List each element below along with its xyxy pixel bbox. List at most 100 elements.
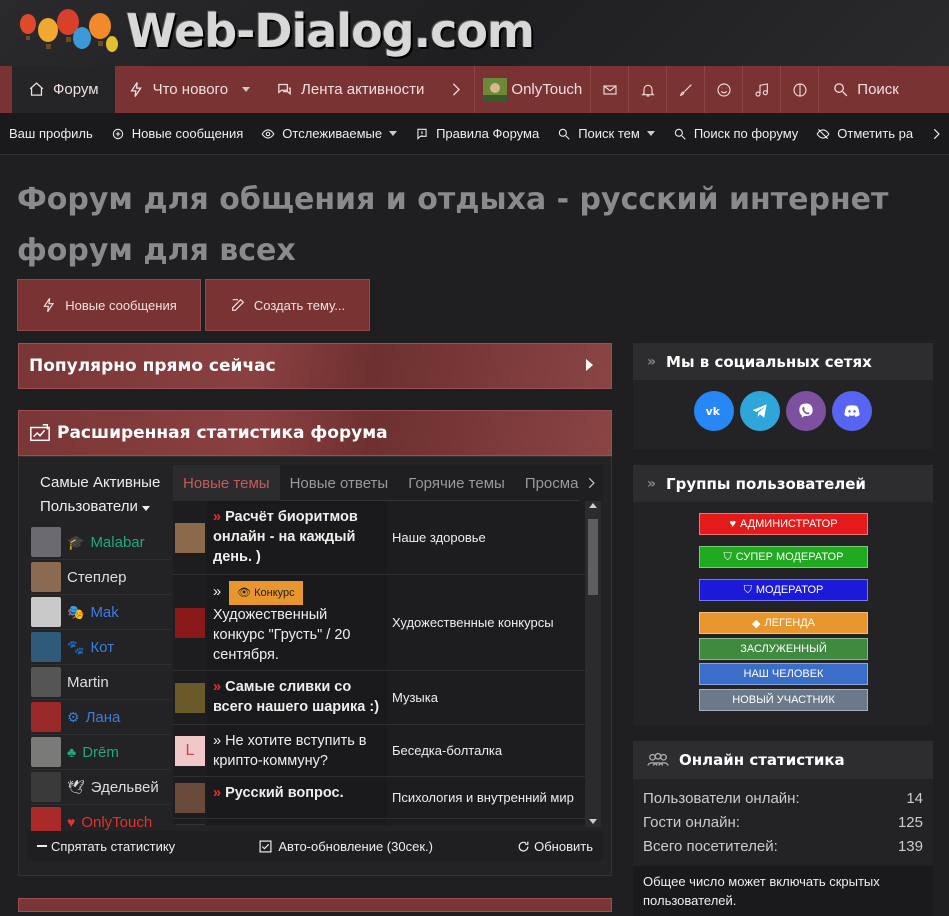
user-row[interactable]: 🐾 Кот	[31, 630, 171, 665]
tab-new-threads[interactable]: Новые темы	[173, 465, 280, 501]
user-name[interactable]: Martin	[67, 674, 109, 691]
group-badge[interactable]: ⛉ МОДЕРАТОР	[699, 579, 868, 601]
thread-forum[interactable]: Музыка	[387, 671, 587, 724]
site-logo[interactable]: Web-Dialog.com	[126, 4, 535, 58]
user-name[interactable]: Mak	[90, 604, 118, 621]
inbox-button[interactable]	[590, 66, 628, 113]
subnav-mark-read[interactable]: Отметить ра	[807, 126, 922, 141]
user-row[interactable]: ♣ Drēm	[31, 735, 171, 770]
scroll-up-icon[interactable]	[589, 503, 597, 508]
threads-scrollbar[interactable]	[585, 501, 601, 827]
hide-stats-button[interactable]: Спрятать статистику	[37, 839, 175, 854]
tab-hot-threads[interactable]: Горячие темы	[398, 465, 515, 501]
vk-link[interactable]: vk	[694, 391, 734, 431]
create-thread-button[interactable]: Создать тему...	[205, 279, 370, 331]
scroll-down-icon[interactable]	[589, 819, 597, 824]
popular-now-header[interactable]: Популярно прямо сейчас	[18, 343, 612, 389]
thread-row[interactable]: » 👁 Конкурс Художественный конкурс "Грусть…	[173, 575, 587, 671]
user-name[interactable]: Эдельвей	[91, 779, 159, 796]
discord-link[interactable]	[832, 391, 872, 431]
avatar[interactable]	[175, 682, 205, 713]
avatar[interactable]	[31, 597, 61, 627]
thread-forum[interactable]: Психология и внутренний мир	[387, 777, 587, 818]
new-posts-button[interactable]: Новые сообщения	[17, 279, 201, 331]
group-badge[interactable]: ⛉ СУПЕР МОДЕРАТОР	[699, 546, 868, 568]
thread-title-cell[interactable]: » 👁 Конкурс Художественный конкурс "Грусть…	[207, 575, 387, 670]
avatar[interactable]	[31, 562, 61, 592]
thread-row[interactable]: L» Не хотите вступить в крипто-коммуну? Бе…	[173, 725, 587, 777]
user-name[interactable]: Кот	[90, 639, 114, 656]
smilies-button[interactable]	[704, 66, 742, 113]
tab-most-viewed[interactable]: Просма	[515, 465, 589, 501]
chevron-down-icon[interactable]	[242, 87, 251, 92]
subnav-search-forum[interactable]: Поиск по форуму	[664, 126, 807, 141]
music-button[interactable]	[742, 66, 780, 113]
avatar[interactable]	[175, 607, 205, 638]
thread-forum[interactable]: Беседка-болталка	[387, 725, 587, 776]
group-badge[interactable]: НОВЫЙ УЧАСТНИК	[699, 689, 868, 711]
user-row[interactable]: 🕊 Эдельвей	[31, 770, 171, 805]
thread-forum[interactable]: Наше здоровье	[387, 501, 587, 574]
thread-forum[interactable]: Художественные конкурсы	[387, 575, 587, 670]
thread-row[interactable]: »Жизнь без Бога	[173, 819, 587, 825]
nav-user-account[interactable]: OnlyTouch	[474, 66, 590, 113]
auto-refresh-checkbox[interactable]: Авто-обновление (30сек.)	[259, 839, 433, 854]
avatar[interactable]	[175, 823, 205, 825]
nav-activity-feed[interactable]: Лента активности	[263, 66, 437, 113]
avatar[interactable]	[31, 667, 61, 697]
thread-title-cell[interactable]: » Не хотите вступить в крипто-коммуну?	[207, 725, 387, 776]
nav-scroll-right[interactable]	[437, 66, 474, 113]
user-row[interactable]: ⚙ Лана	[31, 700, 171, 735]
group-badge[interactable]: ♥ АДМИНИСТРАТОР	[699, 513, 868, 535]
avatar[interactable]	[175, 782, 205, 813]
user-row[interactable]: Степлер	[31, 560, 171, 595]
group-badge[interactable]: ◆ ЛЕГЕНДА	[699, 612, 868, 634]
avatar[interactable]	[31, 702, 61, 732]
subnav-profile[interactable]: Ваш профиль	[0, 126, 102, 141]
nav-whats-new[interactable]: Что нового	[115, 66, 263, 113]
thread-title-cell[interactable]: » Русский вопрос.	[207, 777, 387, 818]
thread-title-cell[interactable]: » Расчёт биоритмов онлайн - на каждый ден…	[207, 501, 387, 574]
group-badge[interactable]: НАШ ЧЕЛОВЕК	[699, 663, 868, 685]
thread-row[interactable]: » Расчёт биоритмов онлайн - на каждый ден…	[173, 501, 587, 575]
user-row[interactable]: Martin	[31, 665, 171, 700]
subnav-new-posts[interactable]: Новые сообщения	[102, 126, 253, 141]
nav-forum[interactable]: Форум	[12, 66, 115, 113]
telegram-link[interactable]	[740, 391, 780, 431]
active-users-filter[interactable]: Самые Активные Пользователи	[31, 463, 171, 525]
avatar[interactable]	[31, 772, 61, 802]
thread-title[interactable]: Русский вопрос.	[225, 785, 344, 801]
thread-forum[interactable]	[387, 819, 587, 825]
subnav-rules[interactable]: Правила Форума	[406, 126, 548, 141]
thread-row[interactable]: » Русский вопрос. Психология и внутренний …	[173, 777, 587, 819]
alerts-button[interactable]	[628, 66, 666, 113]
thread-row[interactable]: » Самые сливки со всего нашего шарика :) М…	[173, 671, 587, 725]
group-badge[interactable]: ЗАСЛУЖЕННЫЙ	[699, 638, 868, 660]
thread-title-cell[interactable]: »Жизнь без Бога	[207, 819, 387, 825]
avatar[interactable]	[31, 632, 61, 662]
subnav-search-threads[interactable]: Поиск тем	[548, 126, 664, 141]
nav-search[interactable]: Поиск	[818, 66, 912, 113]
viber-link[interactable]	[786, 391, 826, 431]
threads-scrollbar-thumb[interactable]	[588, 519, 598, 595]
user-name[interactable]: Malabar	[90, 534, 144, 551]
subnav-scroll-right[interactable]	[923, 113, 949, 154]
subnav-watched[interactable]: Отслеживаемые	[252, 126, 406, 141]
tabs-scroll-right[interactable]	[579, 465, 603, 501]
user-row[interactable]: 🎭 Mak	[31, 595, 171, 630]
avatar[interactable]	[31, 527, 61, 557]
thread-title[interactable]: Художественный конкурс "Грусть" / 20 сен…	[213, 607, 351, 663]
avatar[interactable]	[31, 737, 61, 767]
theme-toggle-button[interactable]	[780, 66, 818, 113]
user-name[interactable]: Drēm	[82, 744, 119, 761]
avatar[interactable]	[175, 522, 205, 553]
tab-new-replies[interactable]: Новые ответы	[280, 465, 399, 501]
thread-title[interactable]: Не хотите вступить в крипто-коммуну?	[213, 733, 367, 769]
thread-title[interactable]: Расчёт биоритмов онлайн - на каждый день…	[213, 509, 358, 565]
avatar[interactable]: L	[175, 735, 205, 766]
user-row[interactable]: 🎓 Malabar	[31, 525, 171, 560]
refresh-button[interactable]: Обновить	[517, 839, 593, 854]
user-name[interactable]: Степлер	[67, 569, 126, 586]
user-name[interactable]: Лана	[86, 709, 121, 726]
user-name[interactable]: OnlyTouch	[81, 814, 152, 831]
